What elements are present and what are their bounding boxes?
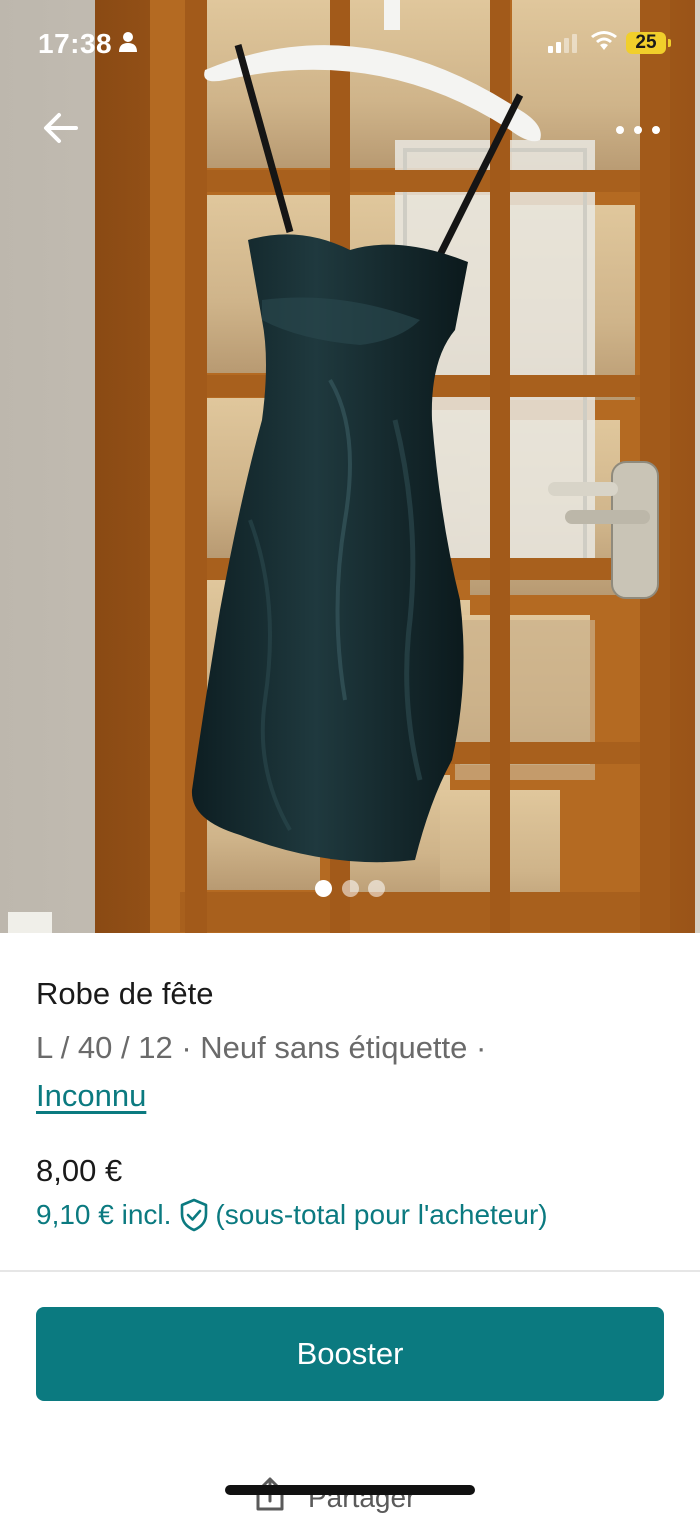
- gallery-dot-3[interactable]: [368, 880, 385, 897]
- shield-check-icon: [179, 1198, 209, 1232]
- arrow-left-icon: [44, 113, 78, 143]
- battery-indicator: 25: [626, 32, 671, 54]
- product-photo[interactable]: 17:38 25: [0, 0, 700, 933]
- gallery-dot-1[interactable]: [315, 880, 332, 897]
- item-details: L / 40 / 12 · Neuf sans étiquette · Inco…: [36, 1024, 676, 1120]
- share-button[interactable]: Partager: [250, 1477, 415, 1518]
- status-bar: 17:38 25: [0, 0, 700, 88]
- item-attributes: L / 40 / 12 · Neuf sans étiquette ·: [36, 1030, 487, 1065]
- booster-button[interactable]: Booster: [36, 1307, 664, 1401]
- item-title: Robe de fête: [36, 976, 214, 1011]
- price-incl-value: 9,10 € incl.: [36, 1199, 172, 1230]
- buyer-protection-price[interactable]: 9,10 € incl. (sous-total pour l'acheteur…: [36, 1198, 548, 1232]
- share-icon: [250, 1475, 290, 1522]
- home-indicator[interactable]: [225, 1485, 475, 1495]
- gallery-pagination: [313, 880, 393, 898]
- status-time: 17:38: [38, 28, 113, 59]
- gallery-dot-2[interactable]: [342, 880, 359, 897]
- section-divider: [0, 1270, 700, 1272]
- brand-link[interactable]: Inconnu: [36, 1078, 146, 1113]
- item-price: 8,00 €: [36, 1153, 123, 1188]
- more-horizontal-icon: [616, 126, 660, 134]
- dress-on-door-image: [0, 0, 700, 933]
- more-options-button[interactable]: [610, 110, 666, 150]
- back-button[interactable]: [38, 105, 84, 151]
- price-incl-note: (sous-total pour l'acheteur): [215, 1199, 548, 1230]
